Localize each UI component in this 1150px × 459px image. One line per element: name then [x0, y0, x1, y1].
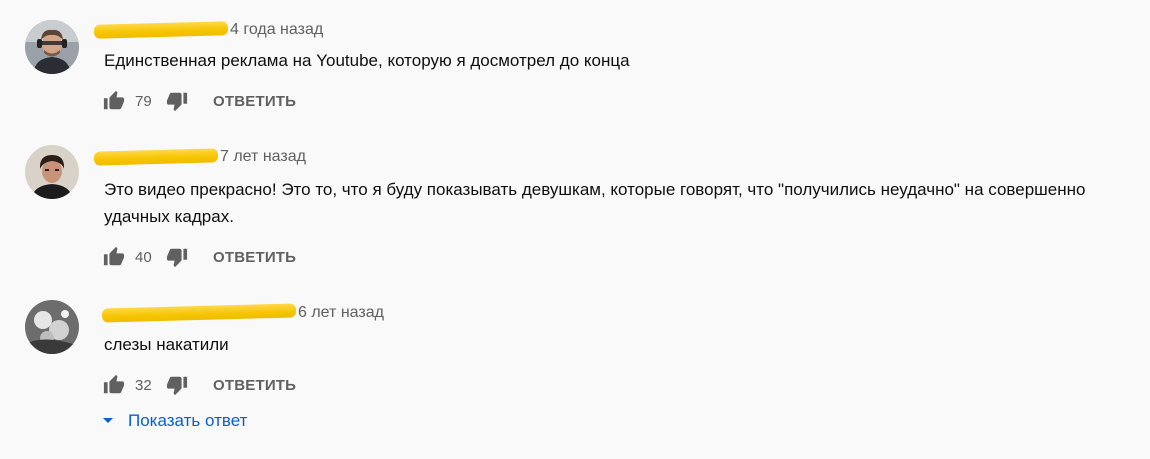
thumb-down-icon[interactable] [165, 89, 189, 113]
comment-text: слезы накатили [104, 335, 229, 354]
like-count: 79 [135, 92, 152, 110]
comment-actions: 32 ОТВЕТИТЬ [102, 373, 296, 397]
show-replies-label: Показать ответ [128, 411, 248, 430]
like-count: 32 [135, 376, 152, 394]
comment-text: Единственная реклама на Youtube, которую… [104, 51, 630, 70]
thumb-up-icon[interactable] [102, 245, 126, 269]
comment-header: 7 лет назад [93, 148, 306, 166]
like-count: 40 [135, 248, 152, 266]
comment-header: 4 года назад [93, 21, 323, 39]
caret-down-icon [102, 417, 114, 425]
thumb-up-icon[interactable] [102, 89, 126, 113]
avatar[interactable] [25, 145, 79, 199]
reply-button[interactable]: ОТВЕТИТЬ [213, 93, 296, 110]
comment-timestamp[interactable]: 7 лет назад [220, 148, 306, 166]
thumb-down-icon[interactable] [165, 245, 189, 269]
comment-timestamp[interactable]: 4 года назад [230, 21, 323, 39]
redacted-author-name [93, 148, 219, 166]
thumb-down-icon[interactable] [165, 373, 189, 397]
avatar[interactable] [25, 20, 79, 74]
comment-actions: 79 ОТВЕТИТЬ [102, 89, 296, 113]
thumb-up-icon[interactable] [102, 373, 126, 397]
comment-header: 6 лет назад [101, 303, 384, 323]
reply-button[interactable]: ОТВЕТИТЬ [213, 249, 296, 266]
redacted-author-name [93, 21, 229, 39]
comment-timestamp[interactable]: 6 лет назад [298, 304, 384, 322]
show-replies-button[interactable]: Показать ответ [102, 411, 247, 431]
reply-button[interactable]: ОТВЕТИТЬ [213, 377, 296, 394]
redacted-author-name [101, 303, 297, 323]
comment-actions: 40 ОТВЕТИТЬ [102, 245, 296, 269]
avatar[interactable] [25, 300, 79, 354]
comment-text: Это видео прекрасно! Это то, что я буду … [104, 180, 1086, 226]
